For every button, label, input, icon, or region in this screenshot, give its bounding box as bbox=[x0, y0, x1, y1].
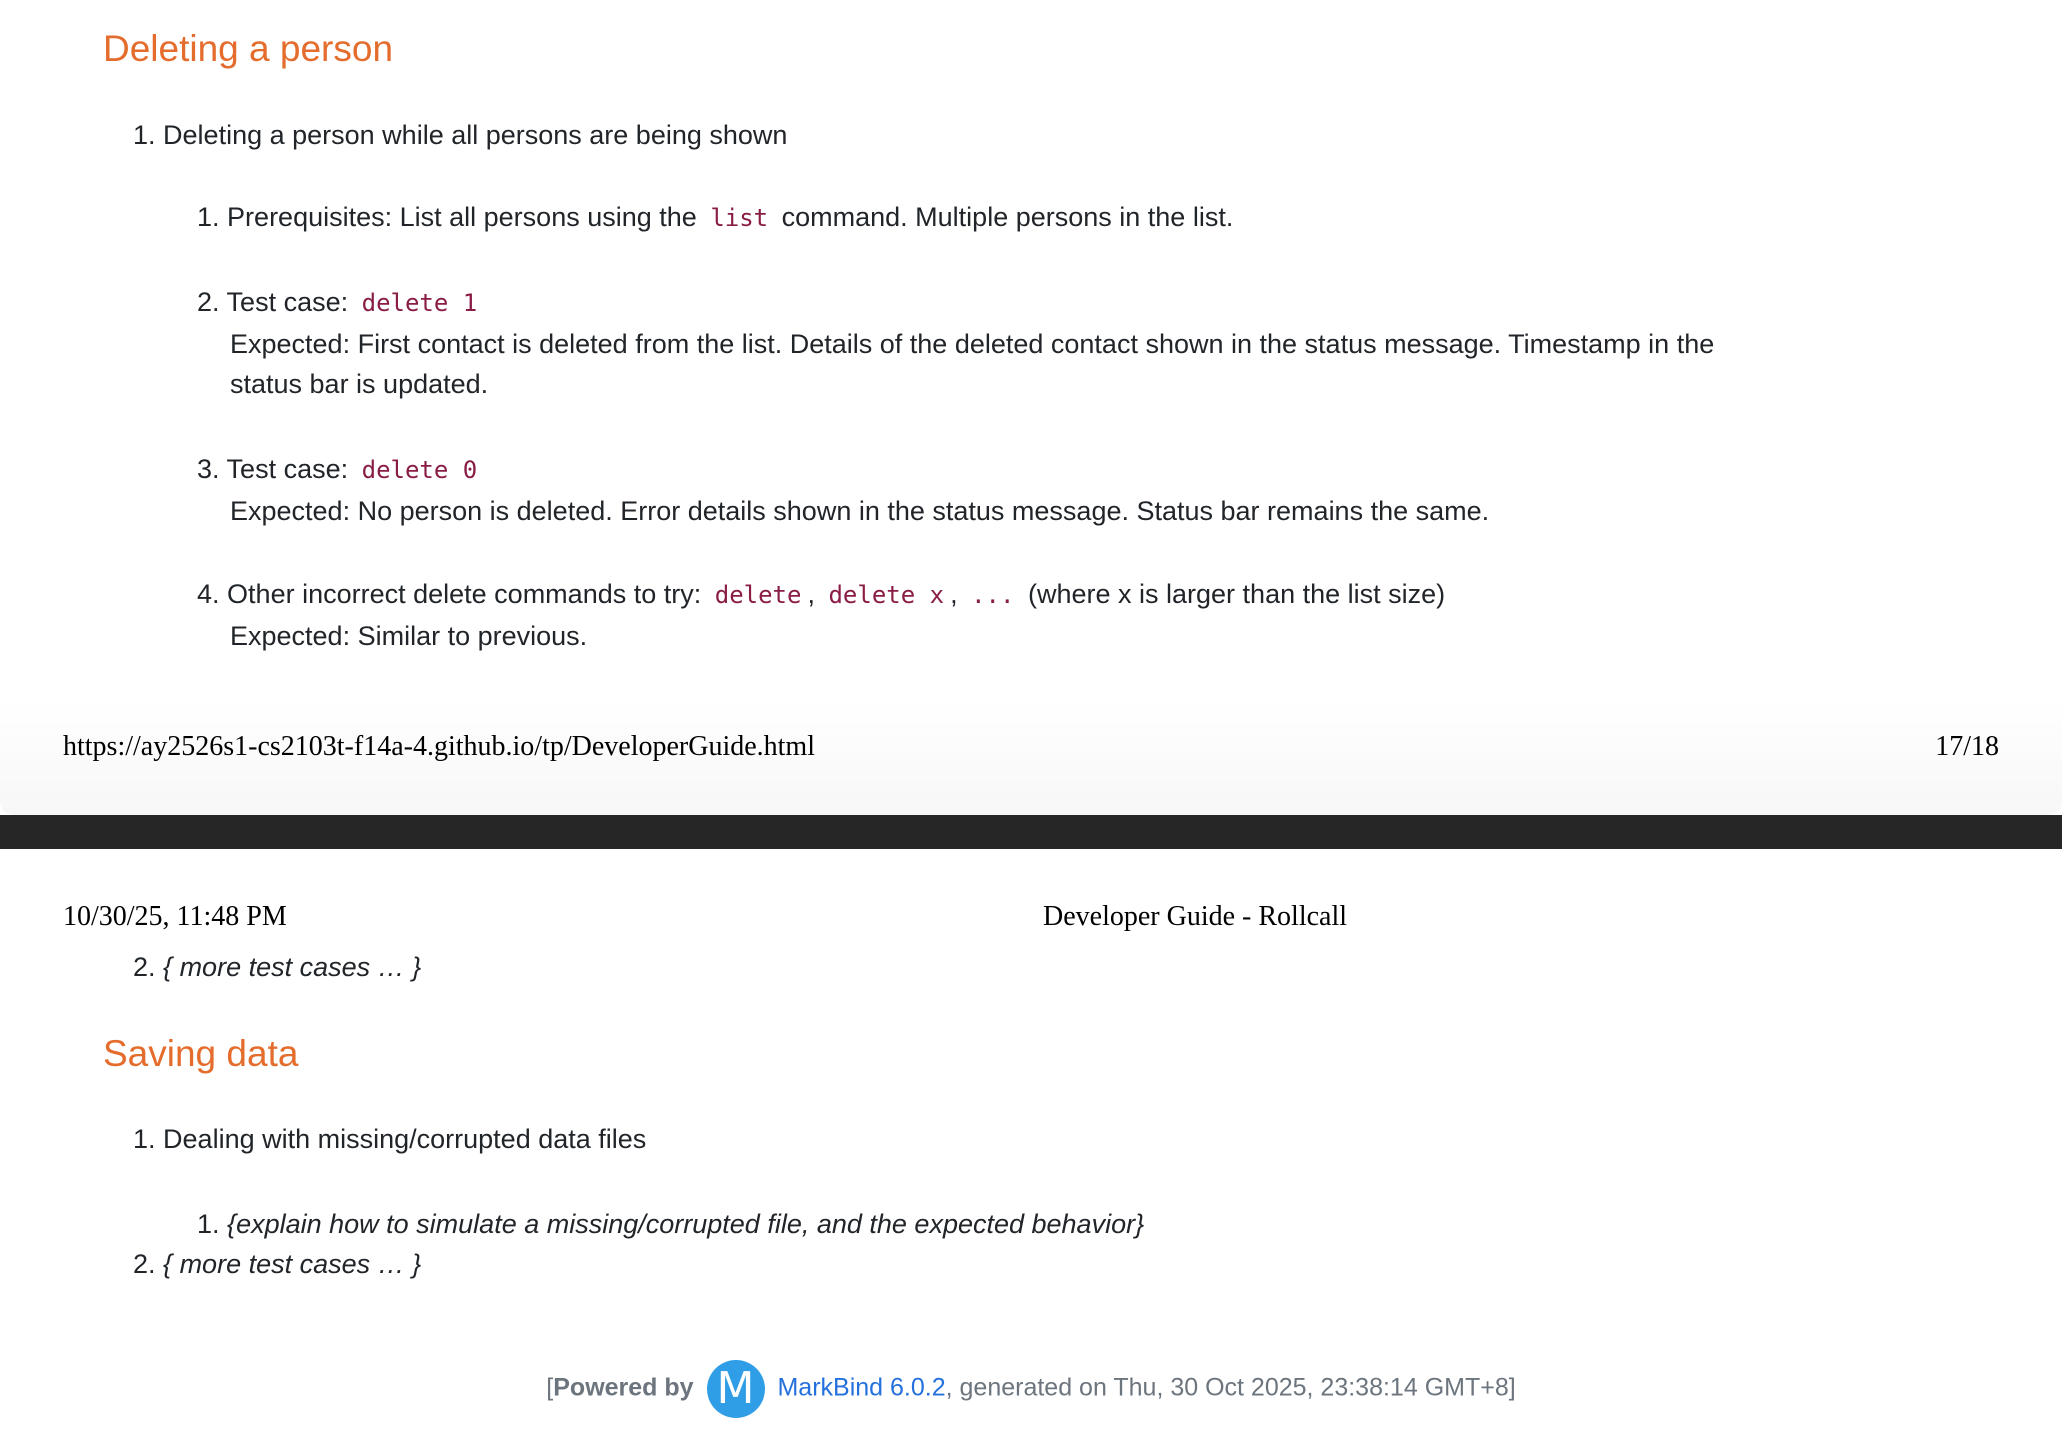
list-item-text: Dealing with missing/corrupted data file… bbox=[163, 1124, 647, 1154]
list-item-text: {explain how to simulate a missing/corru… bbox=[227, 1209, 1145, 1239]
separator-text: , bbox=[807, 579, 815, 609]
inline-code: delete 1 bbox=[361, 289, 478, 317]
list-item-number: 2. bbox=[133, 952, 156, 982]
list-item-number: 4. bbox=[197, 579, 220, 609]
print-title: Developer Guide - Rollcall bbox=[1043, 901, 1348, 932]
list-item: 1. Deleting a person while all persons a… bbox=[133, 115, 787, 155]
list-item-number: 1. bbox=[197, 1209, 220, 1239]
expected-text: Expected: No person is deleted. Error de… bbox=[230, 496, 1490, 526]
list-item: 2. { more test cases … } bbox=[133, 1244, 421, 1284]
list-item-text: Test case: bbox=[226, 287, 349, 317]
page-separator bbox=[0, 815, 2062, 849]
list-item-number: 2. bbox=[197, 287, 220, 317]
expected-text: Expected: First contact is deleted from … bbox=[230, 329, 1715, 359]
inline-code: delete 0 bbox=[361, 456, 478, 484]
markbind-link[interactable]: MarkBind 6.0.2 bbox=[777, 1374, 945, 1402]
page-number: 17/18 bbox=[1935, 731, 1999, 762]
markbind-logo-icon: M bbox=[706, 1360, 765, 1418]
list-item: 2. { more test cases … } bbox=[133, 947, 421, 987]
inline-code: list bbox=[710, 204, 769, 232]
list-item-text: Test case: bbox=[226, 454, 349, 484]
list-item-text: Other incorrect delete commands to try: bbox=[227, 579, 702, 609]
site-footer: [Powered by M MarkBind 6.0.2, generated … bbox=[0, 1360, 2062, 1418]
section-heading-saving-data: Saving data bbox=[103, 1033, 299, 1074]
sub-list-item-incorrect-commands: 4. Other incorrect delete commands to tr… bbox=[197, 574, 1445, 615]
separator-text: , bbox=[950, 579, 958, 609]
sub-list-item: 1. {explain how to simulate a missing/co… bbox=[197, 1204, 1144, 1244]
print-page-17: Deleting a person 1. Deleting a person w… bbox=[0, 0, 2062, 815]
list-item-number: 3. bbox=[197, 454, 220, 484]
list-item: 1. Dealing with missing/corrupted data f… bbox=[133, 1119, 646, 1159]
print-url: https://ay2526s1-cs2103t-f14a-4.github.i… bbox=[63, 731, 815, 762]
list-item-text: Prerequisites: List all persons using th… bbox=[227, 202, 697, 232]
list-item-number: 1. bbox=[197, 202, 220, 232]
section-heading-deleting-a-person: Deleting a person bbox=[103, 28, 394, 69]
list-item-number: 2. bbox=[133, 1249, 156, 1279]
inline-code: ... bbox=[971, 581, 1015, 609]
list-item-number: 1. bbox=[133, 120, 156, 150]
list-item-text: { more test cases … } bbox=[163, 952, 422, 982]
list-item-text: Deleting a person while all persons are … bbox=[163, 120, 788, 150]
sub-list-item-prerequisites: 1. Prerequisites: List all persons using… bbox=[197, 197, 1233, 238]
inline-code: delete bbox=[714, 581, 802, 609]
powered-by-label: Powered by bbox=[553, 1373, 694, 1402]
print-datetime: 10/30/25, 11:48 PM bbox=[63, 901, 287, 932]
expected-text: Expected: Similar to previous. bbox=[230, 621, 588, 651]
list-item-number: 1. bbox=[133, 1124, 156, 1154]
list-item-text: (where x is larger than the list size) bbox=[1027, 579, 1446, 609]
sub-list-item-test-case-1: 2. Test case: delete 1 bbox=[197, 282, 483, 323]
expected-text: status bar is updated. bbox=[230, 369, 489, 399]
list-item-text: { more test cases … } bbox=[163, 1249, 422, 1279]
list-item-text: command. Multiple persons in the list. bbox=[781, 202, 1234, 232]
inline-code: delete x bbox=[828, 581, 945, 609]
sub-list-item-test-case-2: 3. Test case: delete 0 bbox=[197, 449, 483, 490]
generated-text: , generated on Thu, 30 Oct 2025, 23:38:1… bbox=[945, 1373, 1516, 1402]
